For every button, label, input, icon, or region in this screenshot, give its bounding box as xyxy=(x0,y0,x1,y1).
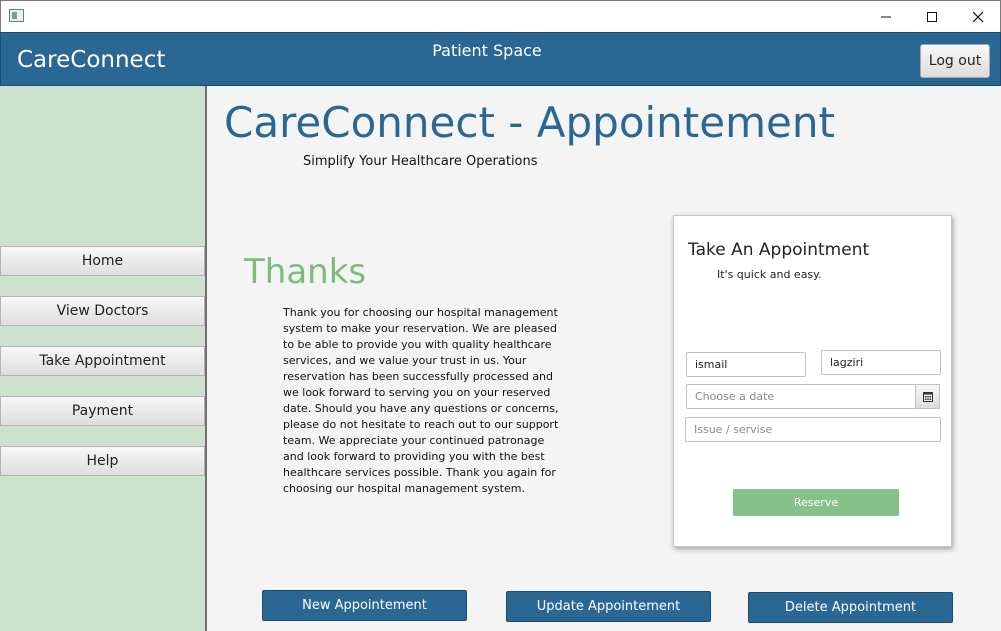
thanks-message: Thank you for choosing our hospital mana… xyxy=(283,306,559,495)
reserve-button[interactable]: Reserve xyxy=(733,489,899,516)
calendar-button[interactable] xyxy=(915,384,940,409)
minimize-icon xyxy=(881,16,891,18)
maximize-button[interactable] xyxy=(909,1,955,33)
date-picker-field[interactable]: Choose a date xyxy=(686,384,916,409)
page-subtitle: Simplify Your Healthcare Operations xyxy=(303,154,538,169)
app-window-icon xyxy=(9,9,24,22)
new-appointment-button[interactable]: New Appointement xyxy=(262,590,467,621)
update-appointment-button[interactable]: Update Appointement xyxy=(506,591,711,622)
page-title: CareConnect - Appointement xyxy=(224,98,835,147)
form-subtitle: It's quick and easy. xyxy=(717,268,822,281)
space-title: Patient Space xyxy=(432,41,542,60)
sidebar: Home View Doctors Take Appointment Payme… xyxy=(0,86,207,631)
maximize-icon xyxy=(927,12,937,22)
app-header: CareConnect Patient Space Log out xyxy=(0,32,1001,86)
sidebar-item-view-doctors[interactable]: View Doctors xyxy=(0,296,205,326)
sidebar-item-help[interactable]: Help xyxy=(0,446,205,476)
sidebar-item-home[interactable]: Home xyxy=(0,246,205,276)
sidebar-item-take-appointment[interactable]: Take Appointment xyxy=(0,346,205,376)
sidebar-item-payment[interactable]: Payment xyxy=(0,396,205,426)
close-button[interactable] xyxy=(955,1,1001,33)
form-title: Take An Appointment xyxy=(688,240,870,260)
calendar-icon xyxy=(922,391,933,402)
window-titlebar xyxy=(0,0,1001,32)
delete-appointment-button[interactable]: Delete Appointment xyxy=(748,592,953,623)
logout-button[interactable]: Log out xyxy=(920,44,990,78)
first-name-field[interactable]: ismail xyxy=(686,352,806,377)
last-name-field[interactable]: lagziri xyxy=(821,350,941,375)
minimize-button[interactable] xyxy=(863,1,909,33)
thanks-heading: Thanks xyxy=(244,252,367,292)
issue-field[interactable]: Issue / servise xyxy=(685,417,941,442)
appointment-form-card: Take An Appointment It's quick and easy.… xyxy=(673,215,952,547)
close-icon xyxy=(972,11,984,23)
